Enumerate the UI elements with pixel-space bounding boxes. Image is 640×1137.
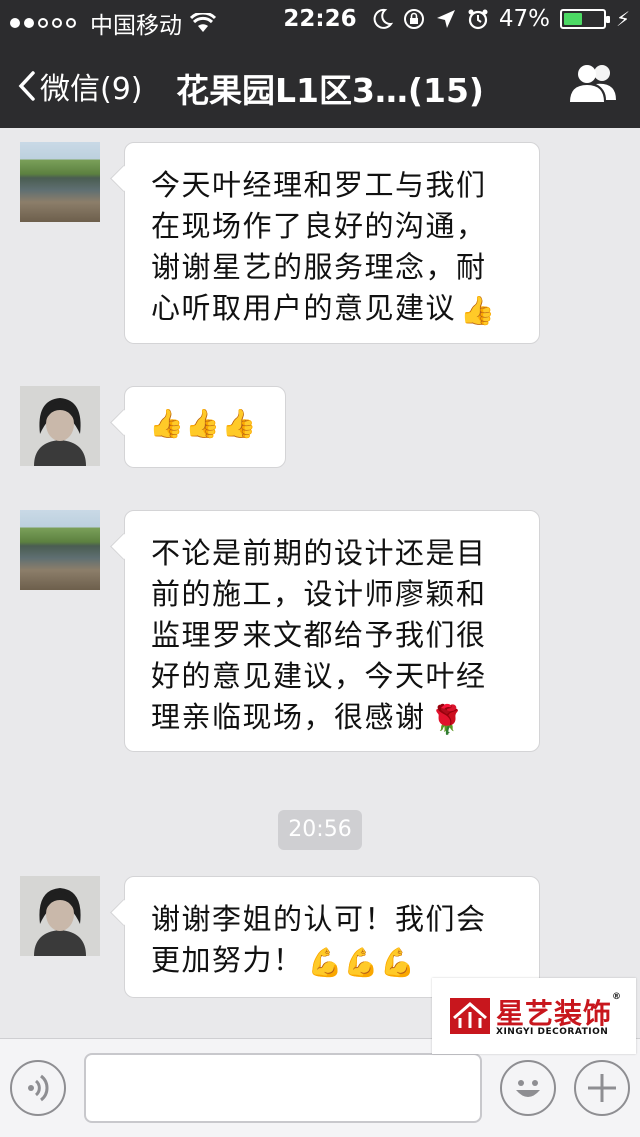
person-icon [20, 386, 100, 466]
top-bar: 中国移动 22:26 47% ⚡ 微信(9) 花果园L1区3…(15) [0, 0, 640, 128]
more-button[interactable] [574, 1060, 630, 1116]
emoji-button[interactable] [500, 1060, 556, 1116]
person-icon [20, 876, 100, 956]
house-logo-icon [450, 998, 490, 1034]
message-bubble[interactable]: 不论是前期的设计还是目前的施工，设计师廖颖和监理罗来文都给予我们很好的意见建议，… [124, 510, 540, 752]
battery-percent: 47% [498, 6, 550, 32]
rose-emoji: 🌹 [429, 702, 466, 736]
nav-bar: 微信(9) 花果园L1区3…(15) [0, 40, 640, 128]
flexed-biceps-emoji: 💪💪💪 [307, 945, 417, 979]
status-right: 47% ⚡ [371, 6, 630, 32]
message-input[interactable] [84, 1053, 482, 1123]
smiley-icon [516, 1080, 540, 1097]
alarm-icon [468, 9, 488, 30]
plus-icon [588, 1074, 616, 1102]
battery-fill [563, 13, 582, 25]
message-bubble[interactable]: 👍👍👍 [124, 386, 286, 468]
status-bar: 中国移动 22:26 47% ⚡ [0, 0, 640, 40]
timestamp-chip: 20:56 [278, 810, 362, 850]
rotation-lock-icon [403, 9, 424, 29]
voice-button[interactable] [10, 1060, 66, 1116]
woman-avatar[interactable] [20, 386, 100, 466]
landscape-avatar[interactable] [20, 510, 100, 590]
logo-chinese-text: 星艺装饰 [496, 997, 613, 1030]
logo-chinese: 星艺装饰® [496, 992, 622, 1032]
charging-icon: ⚡ [615, 7, 630, 31]
thumbs-up-emoji: 👍👍👍 [149, 406, 259, 440]
logo-english: XINGYI DECORATION [496, 1027, 609, 1037]
location-icon [436, 10, 455, 28]
voice-icon [28, 1074, 49, 1102]
registered-mark: ® [612, 992, 623, 1002]
watermark-logo: 星艺装饰® XINGYI DECORATION [432, 978, 636, 1054]
battery-icon [559, 9, 610, 29]
chat-title: 花果园L1区3…(15) [175, 71, 485, 110]
thumbs-up-emoji: 👍 [460, 293, 497, 327]
moon-icon [373, 8, 393, 29]
landscape-avatar[interactable] [20, 142, 100, 222]
chat-area[interactable]: 今天叶经理和罗工与我们在现场作了良好的沟通，谢谢星艺的服务理念，耐心听取用户的意… [0, 128, 640, 1038]
woman-avatar[interactable] [20, 876, 100, 956]
chevron-left-icon [18, 71, 35, 101]
group-members-icon[interactable] [568, 62, 618, 104]
message-bubble[interactable]: 今天叶经理和罗工与我们在现场作了良好的沟通，谢谢星艺的服务理念，耐心听取用户的意… [124, 142, 540, 344]
message-text: 今天叶经理和罗工与我们在现场作了良好的沟通，谢谢星艺的服务理念，耐心听取用户的意… [151, 168, 487, 325]
